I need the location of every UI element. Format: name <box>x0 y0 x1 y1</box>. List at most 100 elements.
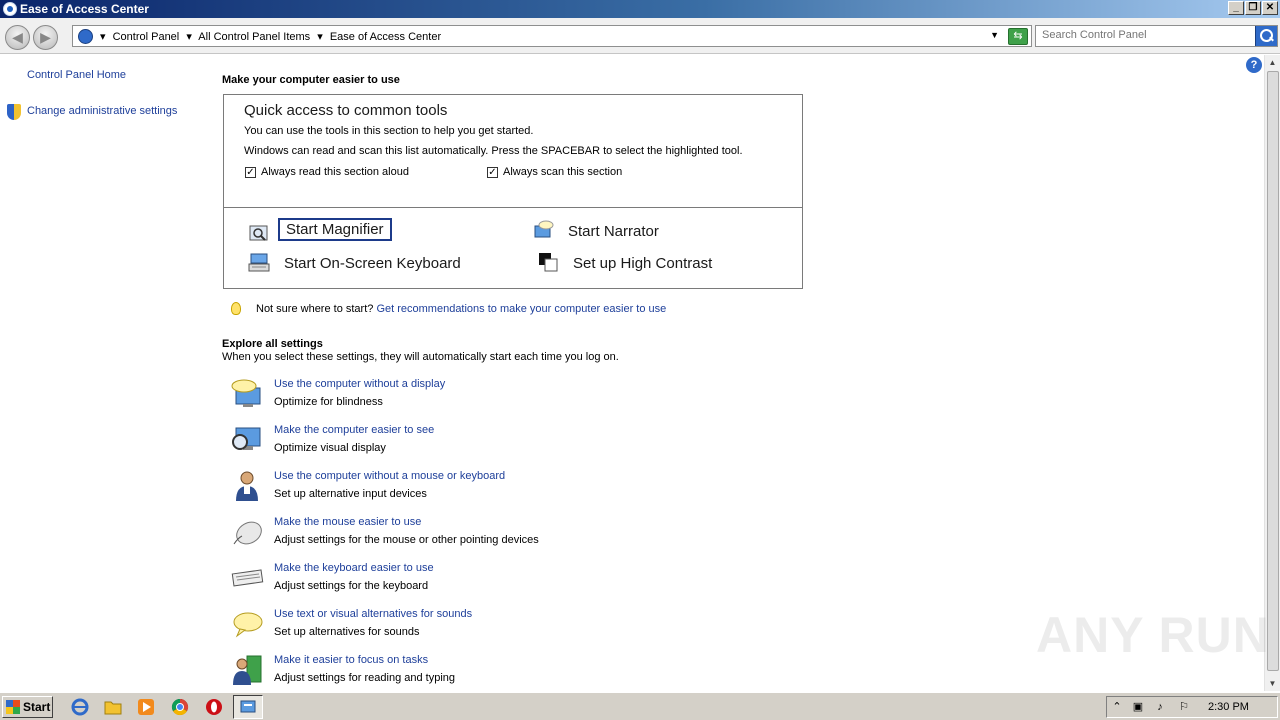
breadcrumb[interactable]: ▾ Control Panel ▾ All Control Panel Item… <box>72 25 1032 47</box>
setting-title[interactable]: Make the keyboard easier to use <box>274 562 434 574</box>
setting-title[interactable]: Make the mouse easier to use <box>274 516 421 528</box>
start-button[interactable]: Start <box>2 696 53 718</box>
internet-explorer-icon[interactable] <box>70 697 90 717</box>
setting-item[interactable]: Use text or visual alternatives for soun… <box>230 608 730 648</box>
person-icon <box>236 471 258 501</box>
control-panel-home-link[interactable]: Control Panel Home <box>27 69 126 81</box>
start-label: Start <box>23 700 51 714</box>
action-center-flag-icon[interactable]: ⚐ <box>1177 700 1191 714</box>
setting-description: Optimize for blindness <box>274 396 383 408</box>
quick-access-line1: You can use the tools in this section to… <box>244 125 534 137</box>
ease-of-access-icon <box>3 2 17 16</box>
network-icon[interactable]: ▣ <box>1131 700 1145 714</box>
chevron-down-icon[interactable]: ▾ <box>100 31 106 43</box>
quick-access-panel: Quick access to common tools You can use… <box>223 94 803 289</box>
setting-description: Optimize visual display <box>274 442 386 454</box>
on-screen-keyboard-icon <box>248 253 270 272</box>
setting-item[interactable]: Use the computer without a display Optim… <box>230 378 730 418</box>
change-admin-settings-link[interactable]: Change administrative settings <box>27 105 177 117</box>
close-button[interactable]: ✕ <box>1262 1 1278 15</box>
scroll-down-icon[interactable]: ▼ <box>1265 676 1280 691</box>
lightbulb-icon <box>231 302 241 315</box>
volume-icon[interactable]: ♪ <box>1153 700 1167 714</box>
setting-item[interactable]: Make the mouse easier to use Adjust sett… <box>230 516 730 556</box>
title-bar: Ease of Access Center _ ❐ ✕ <box>0 0 1280 18</box>
breadcrumb-all-items[interactable]: All Control Panel Items <box>198 31 310 43</box>
magnifier-icon <box>249 225 268 241</box>
maximize-button[interactable]: ❐ <box>1245 1 1261 15</box>
narrator-icon <box>534 220 554 238</box>
taskbar: Start ⌃ ▣ ♪ ⚐ 2:30 PM <box>0 692 1280 720</box>
quick-access-title: Quick access to common tools <box>244 102 448 119</box>
explore-description: When you select these settings, they wil… <box>222 351 619 363</box>
media-player-icon[interactable] <box>136 697 156 717</box>
page-title: Make your computer easier to use <box>222 74 400 86</box>
scan-section-label[interactable]: Always scan this section <box>503 166 622 178</box>
scan-section-checkbox[interactable]: ✓ <box>487 167 498 178</box>
control-panel-icon <box>78 29 93 44</box>
system-tray: ⌃ ▣ ♪ ⚐ <box>1106 696 1278 718</box>
back-button[interactable]: ◀ <box>5 25 30 50</box>
setting-title[interactable]: Use the computer without a display <box>274 378 445 390</box>
windows-logo-icon <box>6 700 20 714</box>
setting-item[interactable]: Make it easier to focus on tasks Adjust … <box>230 654 730 694</box>
setting-item[interactable]: Make the computer easier to see Optimize… <box>230 424 730 464</box>
person-green-icon <box>233 655 262 685</box>
keyboard-icon <box>231 569 264 587</box>
search-icon[interactable] <box>1255 26 1277 46</box>
monitor-magnifier-icon <box>232 427 261 450</box>
set-up-high-contrast-button[interactable]: Set up High Contrast <box>573 255 712 272</box>
explore-heading: Explore all settings <box>222 338 323 350</box>
address-bar: ◀ ▶ ▾ Control Panel ▾ All Control Panel … <box>0 18 1280 54</box>
setting-description: Set up alternatives for sounds <box>274 626 420 638</box>
clock[interactable]: 2:30 PM <box>1208 701 1249 713</box>
start-on-screen-keyboard-button[interactable]: Start On-Screen Keyboard <box>284 255 461 272</box>
folder-icon[interactable] <box>103 697 123 717</box>
shield-icon <box>7 104 21 120</box>
minimize-button[interactable]: _ <box>1228 1 1244 15</box>
quick-access-line2: Windows can read and scan this list auto… <box>244 145 743 157</box>
chevron-down-icon[interactable]: ▾ <box>186 31 192 43</box>
help-icon[interactable]: ? <box>1246 57 1262 73</box>
chevron-down-icon[interactable]: ▾ <box>317 31 323 43</box>
control-panel-icon <box>240 700 256 713</box>
start-narrator-button[interactable]: Start Narrator <box>568 223 659 240</box>
setting-title[interactable]: Make it easier to focus on tasks <box>274 654 428 666</box>
anyrun-watermark: ANY RUN <box>1036 607 1270 663</box>
setting-title[interactable]: Make the computer easier to see <box>274 424 434 436</box>
read-aloud-checkbox[interactable]: ✓ <box>245 167 256 178</box>
divider <box>224 207 802 208</box>
address-dropdown-icon[interactable]: ▼ <box>990 30 999 40</box>
setting-item[interactable]: Use the computer without a mouse or keyb… <box>230 470 730 510</box>
active-window-task[interactable] <box>233 695 263 719</box>
setting-description: Set up alternative input devices <box>274 488 427 500</box>
setting-title[interactable]: Use the computer without a mouse or keyb… <box>274 470 505 482</box>
opera-icon[interactable] <box>204 697 224 717</box>
speech-bubble-icon <box>233 612 263 638</box>
setting-title[interactable]: Use text or visual alternatives for soun… <box>274 608 472 620</box>
vertical-scrollbar[interactable]: ▲ ▼ <box>1264 55 1280 691</box>
start-magnifier-button[interactable]: Start Magnifier <box>278 218 392 241</box>
scroll-thumb[interactable] <box>1267 71 1279 671</box>
setting-description: Adjust settings for the mouse or other p… <box>274 534 539 546</box>
setting-description: Adjust settings for the keyboard <box>274 580 429 592</box>
forward-button[interactable]: ▶ <box>33 25 58 50</box>
refresh-button[interactable]: ⇆ <box>1008 28 1028 45</box>
search-box[interactable] <box>1035 25 1278 47</box>
breadcrumb-control-panel[interactable]: Control Panel <box>113 31 180 43</box>
setting-description: Adjust settings for reading and typing <box>274 672 456 684</box>
mouse-icon <box>233 521 262 545</box>
window-title: Ease of Access Center <box>20 2 149 16</box>
breadcrumb-ease-of-access[interactable]: Ease of Access Center <box>330 31 441 43</box>
scroll-up-icon[interactable]: ▲ <box>1265 55 1280 70</box>
chrome-icon[interactable] <box>170 697 190 717</box>
show-hidden-icons-icon[interactable]: ⌃ <box>1110 700 1124 714</box>
setting-item[interactable]: Make the keyboard easier to use Adjust s… <box>230 562 730 602</box>
get-recommendations-link[interactable]: Get recommendations to make your compute… <box>376 303 666 315</box>
not-sure-text: Not sure where to start? <box>256 303 374 315</box>
read-aloud-label[interactable]: Always read this section aloud <box>261 166 409 178</box>
search-input[interactable] <box>1042 29 1252 41</box>
display-speech-icon <box>231 379 261 407</box>
high-contrast-icon <box>539 253 558 272</box>
recommendation-line: Not sure where to start? Get recommendat… <box>256 303 666 315</box>
